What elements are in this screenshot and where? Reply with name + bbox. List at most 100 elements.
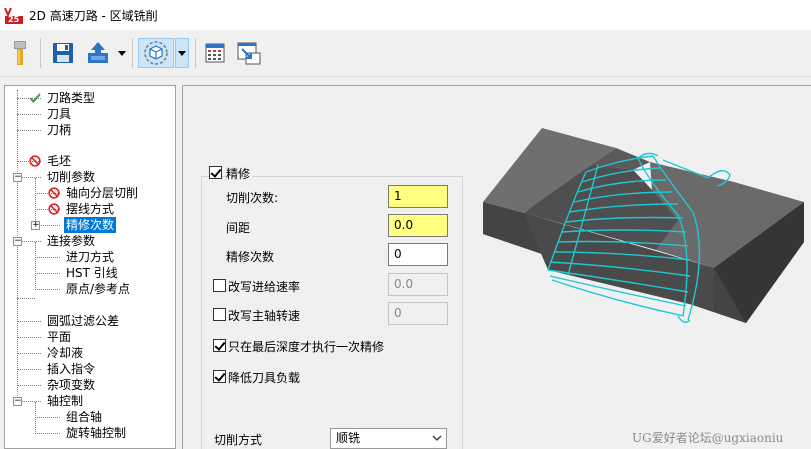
tree-line	[35, 289, 60, 290]
override-spindle-label: 改写主轴转速	[228, 309, 301, 323]
tree-item-label: 摆线方式	[66, 202, 115, 216]
tree-item-label: 切削参数	[47, 170, 96, 184]
export-dropdown[interactable]	[116, 38, 128, 68]
tree-item[interactable]: 组合轴	[64, 409, 104, 425]
view-cube-button[interactable]	[138, 38, 174, 68]
tree-line	[35, 417, 60, 418]
override-feed-checkbox[interactable]	[213, 279, 226, 292]
forbidden-icon	[48, 203, 60, 215]
override-feed-input: 0.0	[388, 273, 448, 296]
tree-item[interactable]: 轴控制	[45, 393, 85, 409]
tree-item[interactable]: 摆线方式	[64, 201, 116, 217]
toolpath-preview	[483, 128, 804, 323]
toolbar-separator	[195, 38, 196, 68]
tree-item-label: 刀柄	[47, 123, 72, 137]
tree-line	[17, 353, 41, 354]
watermark: UG爱好者论坛@ugxiaoniu	[632, 431, 784, 445]
tree-item[interactable]: 连接参数	[45, 233, 97, 249]
collapse-icon[interactable]: −	[13, 237, 22, 246]
tree-item-label: 进刀方式	[66, 250, 115, 264]
finish-label: 精修	[226, 165, 253, 182]
spacing-input[interactable]: 0.0	[388, 214, 448, 237]
tree-line	[17, 369, 41, 370]
finish-checkbox[interactable]	[209, 166, 222, 179]
tree-item[interactable]: 圆弧过滤公差	[45, 313, 121, 329]
calculator-icon	[205, 43, 225, 63]
tree-item[interactable]: 刀路类型	[45, 90, 97, 106]
forbidden-icon	[48, 187, 60, 199]
cut-method-value: 顺铣	[336, 431, 361, 445]
override-feed-label: 改写进给速率	[228, 280, 301, 294]
tree-line	[17, 321, 41, 322]
minimize-to-graphics-icon	[237, 42, 261, 65]
tree-item-label: 旋转轴控制	[66, 426, 127, 440]
override-spindle-input: 0	[388, 302, 448, 325]
tree-item[interactable]: 进刀方式	[64, 249, 116, 265]
tree-item[interactable]: 刀具	[45, 106, 73, 122]
app-logo-icon: 25	[4, 5, 24, 25]
tree-item-label: 圆弧过滤公差	[47, 314, 120, 328]
title-bar: 25 2D 高速刀路 - 区域铣削	[0, 0, 811, 30]
save-icon	[53, 43, 73, 63]
override-spindle-checkbox[interactable]	[213, 308, 226, 321]
tree-item-label: 连接参数	[47, 234, 96, 248]
export-button[interactable]	[84, 38, 112, 68]
cut-count-input[interactable]: 1	[388, 185, 448, 208]
forbidden-icon	[29, 155, 41, 167]
tree-item-label: HST 引线	[66, 266, 118, 280]
tree-item[interactable]: 杂项变数	[45, 377, 97, 393]
tree-item[interactable]: 旋转轴控制	[64, 425, 128, 441]
minimize-to-graphics-button[interactable]	[235, 38, 263, 68]
spacing-label: 间距	[226, 221, 251, 235]
tree-item[interactable]: 冷却液	[45, 345, 85, 361]
tree-line	[35, 257, 60, 258]
toolbar-separator	[132, 38, 133, 68]
tree-item-label: 刀路类型	[47, 91, 96, 105]
view-cube-icon	[144, 41, 168, 65]
finish-count-label: 精修次数	[226, 250, 275, 264]
tree-line	[35, 242, 36, 290]
tree-item-label: 组合轴	[66, 410, 103, 424]
tree-item-label: 原点/参考点	[66, 282, 131, 296]
window-title: 2D 高速刀路 - 区域铣削	[29, 8, 158, 23]
calculator-button[interactable]	[202, 38, 228, 68]
tree-line	[35, 273, 60, 274]
reduce-load-checkbox[interactable]	[213, 370, 226, 383]
collapse-icon[interactable]: −	[13, 397, 22, 406]
tree-line	[17, 385, 41, 386]
chevron-down-icon	[118, 50, 126, 56]
save-button[interactable]	[50, 38, 76, 68]
view-dropdown[interactable]	[175, 38, 189, 68]
chevron-down-icon	[178, 50, 186, 56]
tree-line	[35, 402, 36, 434]
tree-line	[17, 298, 35, 299]
tree-item[interactable]: 毛坯	[45, 153, 73, 169]
tree-line	[17, 114, 41, 115]
tree-item[interactable]: HST 引线	[64, 265, 120, 281]
tree-line	[17, 337, 41, 338]
tree-item-label: 毛坯	[47, 154, 72, 168]
cut-count-label: 切削次数:	[226, 191, 279, 205]
check-icon	[29, 92, 41, 104]
window: 25 2D 高速刀路 - 区域铣削 刀路类型 刀具 刀柄 毛坯 − 切削参数 轴…	[0, 0, 811, 449]
tree-item[interactable]: 刀柄	[45, 122, 73, 138]
expand-icon[interactable]: +	[31, 221, 40, 230]
finish-count-input[interactable]: 0	[388, 243, 448, 266]
final-depth-only-checkbox[interactable]	[213, 339, 226, 352]
tool-button[interactable]	[8, 38, 32, 68]
tree-item-label: 平面	[47, 330, 72, 344]
toolbar-separator	[40, 38, 41, 68]
tree-item[interactable]: 原点/参考点	[64, 281, 132, 297]
tree-item-label: 轴控制	[47, 394, 84, 408]
tree-item-label: 插入指令	[47, 362, 96, 376]
cut-method-select[interactable]: 顺铣	[330, 428, 447, 449]
toolbar	[0, 30, 811, 77]
collapse-icon[interactable]: −	[13, 173, 22, 182]
tree-item[interactable]: 轴向分层切削	[64, 185, 140, 201]
tree-line	[17, 90, 18, 404]
export-icon	[88, 42, 108, 63]
tree-item[interactable]: 精修次数	[64, 217, 117, 233]
tree-item[interactable]: 插入指令	[45, 361, 97, 377]
tree-item[interactable]: 切削参数	[45, 169, 97, 185]
tree-item[interactable]: 平面	[45, 329, 73, 345]
